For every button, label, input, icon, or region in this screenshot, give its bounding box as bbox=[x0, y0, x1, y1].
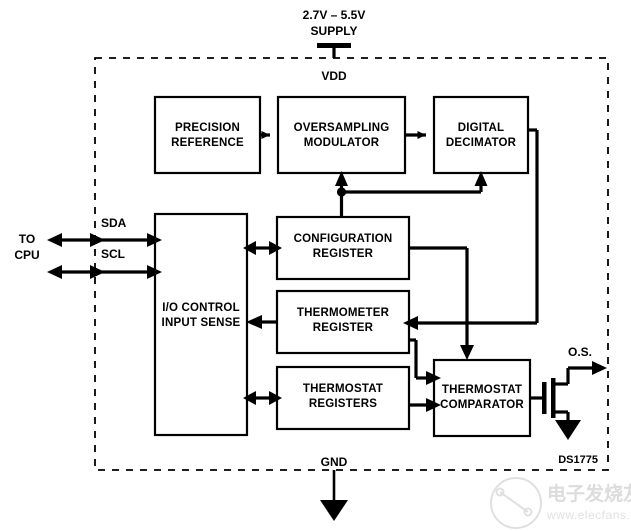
block-thermostat-registers-label-2: REGISTERS bbox=[309, 398, 377, 410]
block-thermostat-registers-label-1: THERMOSTAT bbox=[303, 383, 383, 395]
block-digital-decimator-label-1: DIGITAL bbox=[458, 122, 505, 134]
block-precision-reference bbox=[153, 95, 262, 175]
block-configuration-register-label-2: REGISTER bbox=[313, 248, 374, 260]
block-diagram-canvas: 2.7V – 5.5V SUPPLY VDD GND PRECISION REF… bbox=[0, 0, 631, 531]
block-thermometer-register-label-2: REGISTER bbox=[313, 322, 374, 334]
block-io-control-label-2: INPUT SENSE bbox=[162, 317, 241, 329]
watermark: 电子发烧友 www.elecfans.com bbox=[490, 477, 631, 529]
wire-config-to-comparator bbox=[409, 246, 474, 360]
block-precision-reference-label-1: PRECISION bbox=[175, 122, 240, 134]
scl-label: SCL bbox=[101, 247, 125, 261]
part-number-label: DS1775 bbox=[558, 454, 598, 466]
block-precision-reference-label-2: REFERENCE bbox=[171, 137, 244, 149]
block-thermostat-comparator-label-2: COMPARATOR bbox=[440, 399, 524, 411]
os-output-label: O.S. bbox=[568, 345, 592, 359]
block-thermostat-comparator-label-1: THERMOSTAT bbox=[442, 384, 522, 396]
wire-scl-bus bbox=[47, 265, 162, 279]
supply-name-label: SUPPLY bbox=[311, 24, 358, 38]
supply-voltage-label: 2.7V – 5.5V bbox=[303, 8, 366, 22]
cpu-label-line1: TO bbox=[19, 232, 35, 246]
block-thermometer-register-label-1: THERMOMETER bbox=[297, 307, 390, 319]
block-oversampling-modulator-label-1: OVERSAMPLING bbox=[294, 122, 390, 134]
output-mosfet bbox=[530, 361, 607, 440]
block-configuration-register-label-1: CONFIGURATION bbox=[294, 233, 393, 245]
block-io-control-label-1: I/O CONTROL bbox=[162, 302, 240, 314]
gnd-label: GND bbox=[321, 455, 348, 469]
wire-thermometer-to-io bbox=[246, 315, 277, 329]
block-thermostat-comparator bbox=[432, 358, 532, 438]
cpu-label-line2: CPU bbox=[14, 248, 39, 262]
block-digital-decimator bbox=[432, 95, 530, 175]
vdd-label: VDD bbox=[321, 69, 347, 83]
block-oversampling-modulator bbox=[276, 95, 407, 175]
wire-sda-bus bbox=[47, 233, 162, 247]
wire-config-to-top-blocks bbox=[335, 171, 488, 217]
watermark-url: www.elecfans.com bbox=[546, 508, 631, 522]
block-oversampling-modulator-label-2: MODULATOR bbox=[304, 137, 380, 149]
watermark-text: 电子发烧友 bbox=[547, 482, 631, 505]
sda-label: SDA bbox=[101, 216, 127, 230]
block-digital-decimator-label-2: DECIMATOR bbox=[446, 137, 517, 149]
ground-symbol bbox=[320, 470, 348, 521]
supply-terminal bbox=[317, 43, 351, 58]
